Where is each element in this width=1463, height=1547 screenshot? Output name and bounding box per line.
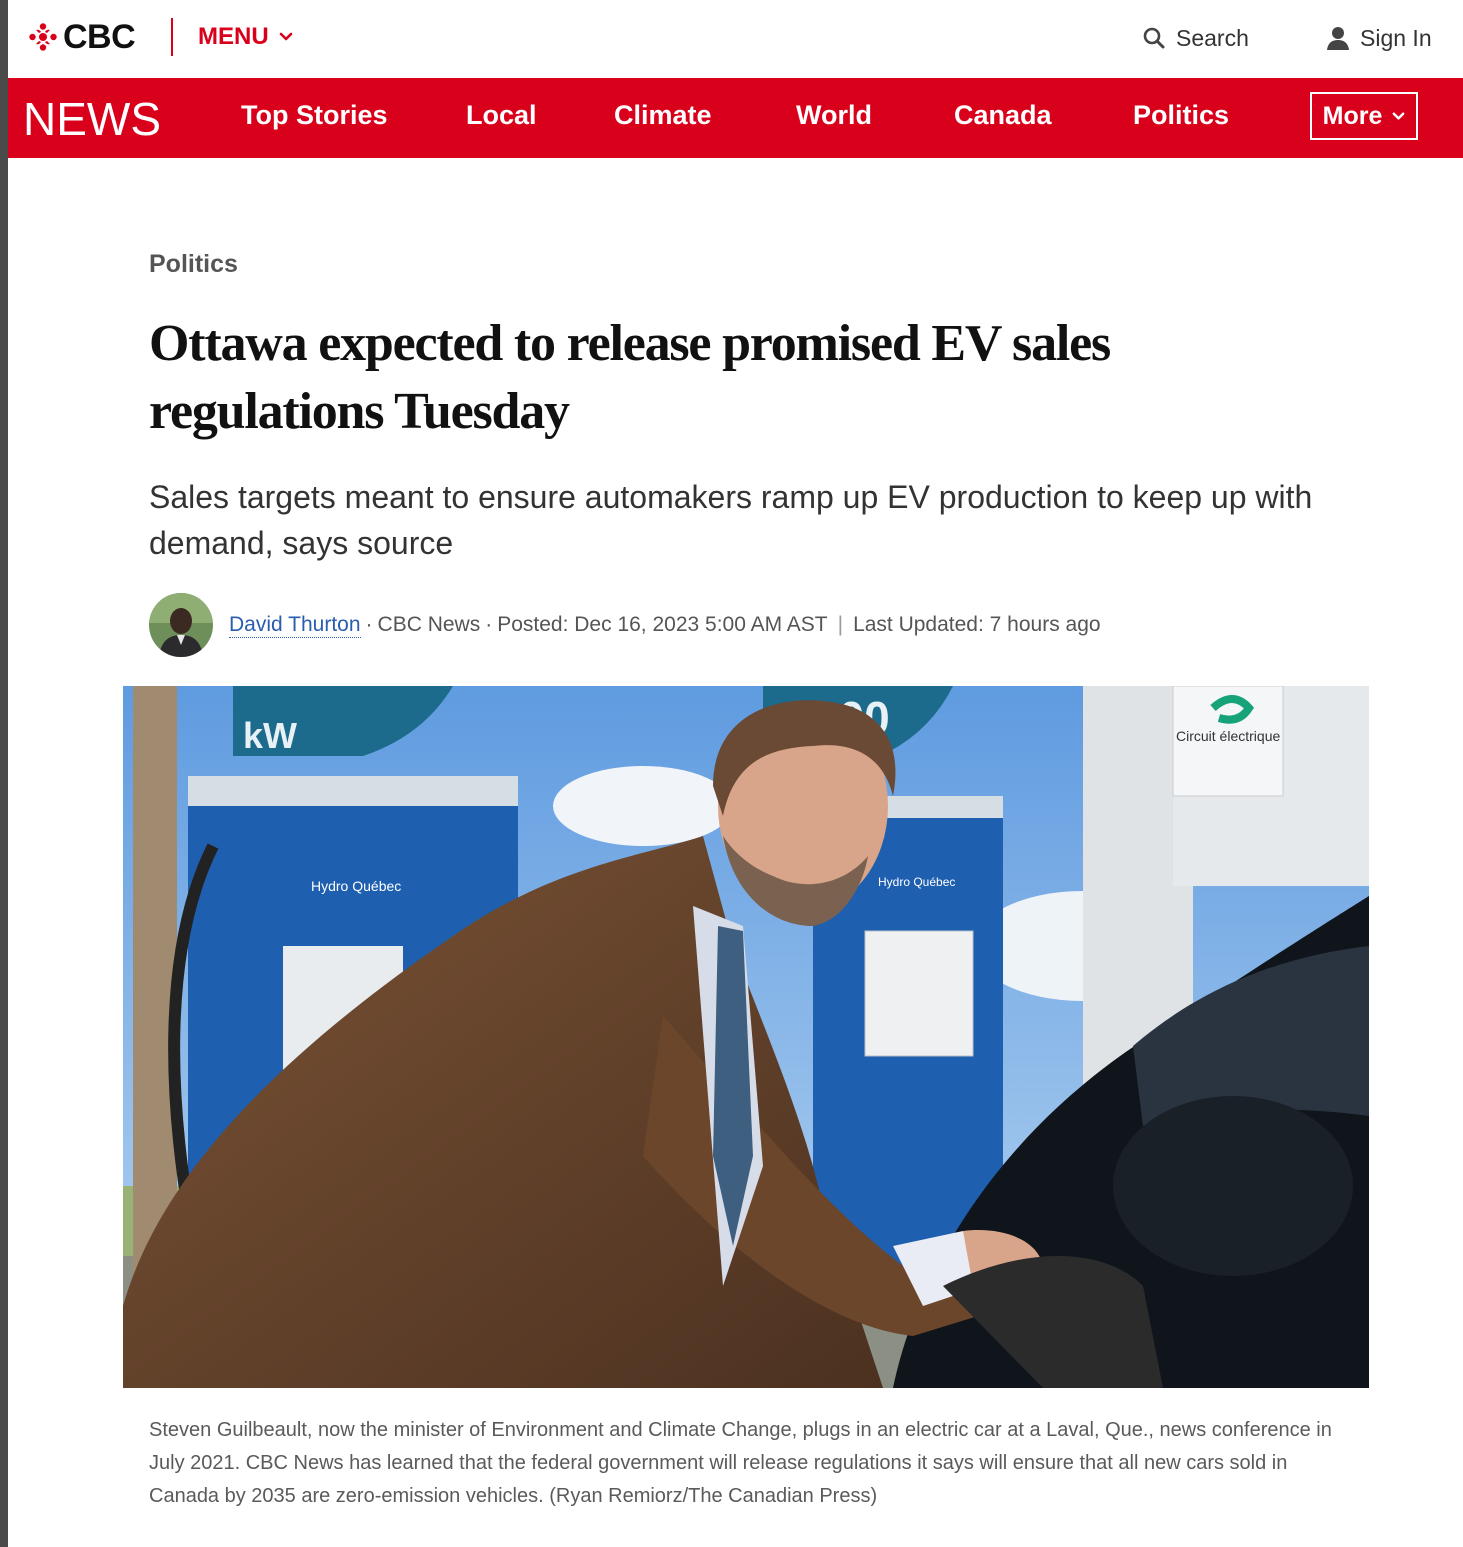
chevron-down-icon [279, 32, 292, 41]
search-icon [1143, 27, 1165, 49]
window-edge [0, 0, 8, 1547]
byline-separator: · [365, 613, 373, 636]
more-label: More [1322, 101, 1383, 130]
header-divider [171, 18, 173, 56]
hero-image: kW 100 Circuit électrique Hydro Québec H… [123, 686, 1369, 1388]
nav-item-politics[interactable]: Politics [1133, 100, 1229, 131]
user-icon [1327, 27, 1349, 50]
author-link[interactable]: David Thurton [229, 613, 361, 638]
chevron-down-icon [1393, 112, 1405, 120]
cbc-wordmark: CBC [63, 17, 136, 56]
sign-in-button[interactable]: Sign In [1326, 20, 1432, 56]
nav-item-canada[interactable]: Canada [954, 100, 1052, 131]
news-home-link[interactable]: NEWS [23, 92, 161, 146]
cbc-gem-icon [29, 23, 57, 51]
page: CBC MENU Search Sign In NEWS Top Stories… [0, 0, 1463, 1547]
menu-label: MENU [198, 23, 269, 50]
photo-caption: Steven Guilbeault, now the minister of E… [149, 1419, 1332, 1507]
more-button[interactable]: More [1310, 92, 1418, 140]
nav-item-climate[interactable]: Climate [614, 100, 712, 131]
charger-brand-left: Hydro Québec [311, 878, 401, 894]
network-sign-text: Circuit électrique [1176, 728, 1280, 744]
nav-item-world[interactable]: World [796, 100, 872, 131]
byline-updated: Last Updated: 7 hours ago [853, 613, 1101, 636]
sign-kw-text: kW [243, 715, 297, 756]
byline-separator: · [485, 613, 493, 636]
byline-posted: Posted: Dec 16, 2023 5:00 AM AST [497, 613, 828, 636]
search-label: Search [1176, 24, 1249, 51]
byline-outlet: CBC News [377, 613, 481, 636]
article-headline: Ottawa expected to release promised EV s… [149, 315, 1111, 440]
byline: David Thurton · CBC News · Posted: Dec 1… [149, 592, 1101, 658]
search-button[interactable]: Search [1142, 20, 1249, 56]
menu-button[interactable]: MENU [198, 20, 293, 54]
author-avatar[interactable] [149, 593, 213, 657]
charger-brand-center: Hydro Québec [878, 875, 955, 889]
author-photo [149, 593, 213, 657]
cbc-logo[interactable]: CBC [28, 14, 136, 60]
news-nav-bar: NEWS Top Stories Local Climate World Can… [8, 78, 1463, 158]
byline-divider: | [837, 613, 844, 636]
nav-item-top-stories[interactable]: Top Stories [241, 100, 388, 131]
section-label[interactable]: Politics [149, 250, 238, 279]
sign-in-label: Sign In [1360, 24, 1432, 51]
hero-photo[interactable]: kW 100 Circuit électrique Hydro Québec H… [123, 686, 1369, 1388]
top-bar: CBC MENU Search Sign In [8, 0, 1463, 78]
nav-item-local[interactable]: Local [466, 100, 537, 131]
article-deck: Sales targets meant to ensure automakers… [149, 479, 1313, 561]
